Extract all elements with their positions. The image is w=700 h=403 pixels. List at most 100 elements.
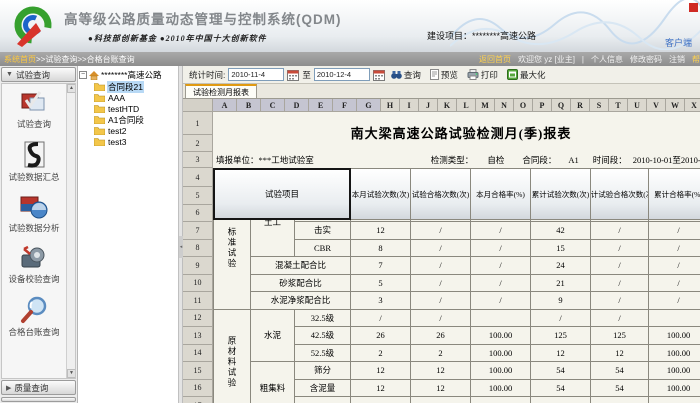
value-cell[interactable]: / bbox=[471, 275, 531, 293]
tree-node-test2[interactable]: test2 bbox=[79, 125, 177, 136]
value-cell[interactable]: 100.00 bbox=[471, 380, 531, 398]
value-cell[interactable]: 100.00 bbox=[471, 327, 531, 345]
value-cell[interactable]: / bbox=[411, 257, 471, 275]
value-cell[interactable]: / bbox=[591, 257, 649, 275]
value-cell[interactable]: / bbox=[649, 222, 700, 240]
sidebar-item-data-analysis[interactable]: 试验数据分析 bbox=[8, 194, 59, 234]
value-cell[interactable]: 2 bbox=[411, 345, 471, 363]
tree-root-label[interactable]: ********高速公路 bbox=[101, 69, 161, 81]
value-cell[interactable]: 5 bbox=[351, 275, 411, 293]
col-letter[interactable]: L bbox=[457, 99, 476, 111]
col-letter[interactable]: J bbox=[419, 99, 438, 111]
tree-node-label[interactable]: 合同段21 bbox=[107, 81, 144, 93]
col-letter[interactable]: U bbox=[628, 99, 647, 111]
row-number[interactable]: 5 bbox=[183, 187, 213, 205]
value-cell[interactable]: / bbox=[531, 310, 591, 328]
value-cell[interactable]: 100.00 bbox=[649, 362, 700, 380]
value-cell[interactable]: 125 bbox=[531, 327, 591, 345]
maximize-button[interactable]: 最大化 bbox=[504, 68, 549, 82]
value-cell[interactable]: / bbox=[591, 310, 649, 328]
row-number[interactable]: 15 bbox=[183, 362, 213, 380]
col-letter[interactable]: X bbox=[685, 99, 700, 111]
sidebar-section-partial[interactable] bbox=[1, 397, 76, 402]
value-cell[interactable]: 54 bbox=[531, 380, 591, 398]
item-cell[interactable]: 52.5级 bbox=[295, 345, 351, 363]
value-cell[interactable]: / bbox=[591, 275, 649, 293]
row-number[interactable]: 11 bbox=[183, 292, 213, 310]
col-letter[interactable]: T bbox=[609, 99, 628, 111]
value-cell[interactable]: 24 bbox=[531, 257, 591, 275]
value-cell[interactable]: / bbox=[471, 257, 531, 275]
value-cell[interactable]: 42 bbox=[531, 222, 591, 240]
row-number[interactable]: 8 bbox=[183, 240, 213, 258]
value-cell[interactable]: / bbox=[411, 275, 471, 293]
sidebar-section-quality-query[interactable]: ▶ 质量查询 bbox=[1, 380, 76, 395]
value-cell[interactable]: 100.00 bbox=[471, 362, 531, 380]
value-cell[interactable]: 7 bbox=[351, 257, 411, 275]
row-number[interactable]: 14 bbox=[183, 345, 213, 363]
item-cell[interactable]: 水泥净浆配合比 bbox=[251, 292, 351, 310]
row-number[interactable]: 3 bbox=[183, 152, 213, 168]
query-button[interactable]: 查询 bbox=[388, 68, 424, 82]
col-letter[interactable]: B bbox=[237, 99, 261, 111]
tree-node-label[interactable]: A1合同段 bbox=[107, 114, 145, 126]
group-cell[interactable]: 原材料试验 bbox=[213, 310, 251, 403]
column-header[interactable]: 累计试验合格次数(次) bbox=[591, 168, 649, 220]
value-cell[interactable]: / bbox=[591, 240, 649, 258]
value-cell[interactable]: 125 bbox=[591, 327, 649, 345]
item-cell[interactable]: 砂浆配合比 bbox=[251, 275, 351, 293]
select-all-corner[interactable] bbox=[183, 99, 213, 111]
row-number[interactable]: 2 bbox=[183, 135, 213, 152]
return-home-link[interactable]: 返回首页 bbox=[479, 54, 511, 65]
item-cell[interactable]: 42.5级 bbox=[295, 327, 351, 345]
item-cell[interactable]: 击实 bbox=[295, 222, 351, 240]
calendar-icon[interactable] bbox=[287, 69, 299, 81]
column-header[interactable]: 累计合格率(%) bbox=[649, 168, 700, 220]
tree-node-test3[interactable]: test3 bbox=[79, 136, 177, 147]
value-cell[interactable]: 100.00 bbox=[471, 345, 531, 363]
col-letter[interactable]: I bbox=[400, 99, 419, 111]
value-cell[interactable] bbox=[591, 397, 649, 403]
date-from-input[interactable] bbox=[228, 68, 284, 81]
col-letter[interactable]: D bbox=[285, 99, 309, 111]
item-cell[interactable]: 混凝土配合比 bbox=[251, 257, 351, 275]
sidebar-section-test-query[interactable]: ▼ 试验查询 bbox=[1, 67, 76, 82]
value-cell[interactable]: 8 bbox=[351, 240, 411, 258]
value-cell[interactable]: 12 bbox=[531, 345, 591, 363]
value-cell[interactable]: / bbox=[649, 292, 700, 310]
row-number[interactable]: 13 bbox=[183, 327, 213, 345]
tree-root[interactable]: − ********高速公路 bbox=[79, 69, 177, 81]
value-cell[interactable]: 26 bbox=[351, 327, 411, 345]
subgroup-cell[interactable]: 粗集料 bbox=[251, 362, 295, 403]
col-letter[interactable]: P bbox=[533, 99, 552, 111]
item-cell[interactable]: 32.5级 bbox=[295, 310, 351, 328]
value-cell[interactable]: / bbox=[471, 222, 531, 240]
value-cell[interactable]: 100.00 bbox=[649, 327, 700, 345]
date-to-input[interactable] bbox=[314, 68, 370, 81]
value-cell[interactable]: 12 bbox=[411, 380, 471, 398]
tree-node-label[interactable]: test3 bbox=[107, 137, 127, 147]
row-number[interactable]: 9 bbox=[183, 257, 213, 275]
collapse-icon[interactable]: − bbox=[79, 71, 87, 79]
value-cell[interactable]: 100.00 bbox=[649, 380, 700, 398]
col-letter[interactable]: S bbox=[590, 99, 609, 111]
col-letter[interactable]: A bbox=[213, 99, 237, 111]
column-header[interactable]: 累计试验次数(次) bbox=[531, 168, 591, 220]
col-letter[interactable]: R bbox=[571, 99, 590, 111]
value-cell[interactable]: 12 bbox=[351, 222, 411, 240]
value-cell[interactable]: / bbox=[591, 292, 649, 310]
col-letter[interactable]: O bbox=[514, 99, 533, 111]
header-test-item[interactable]: 试验项目 bbox=[213, 168, 351, 220]
value-cell[interactable] bbox=[351, 397, 411, 403]
row-number[interactable]: 7 bbox=[183, 222, 213, 240]
col-letter[interactable]: K bbox=[438, 99, 457, 111]
value-cell[interactable]: 21 bbox=[531, 275, 591, 293]
value-cell[interactable]: / bbox=[591, 222, 649, 240]
sidebar-item-data-summary[interactable]: 试验数据汇总 bbox=[8, 141, 59, 183]
sidebar-item-test-query[interactable]: 试验查询 bbox=[17, 90, 51, 130]
collapse-left-icon[interactable]: ◂ bbox=[179, 236, 183, 258]
row-number[interactable]: 10 bbox=[183, 275, 213, 293]
panel-splitter[interactable]: ◂ bbox=[179, 66, 183, 403]
col-letter[interactable]: M bbox=[476, 99, 495, 111]
col-letter[interactable]: C bbox=[261, 99, 285, 111]
